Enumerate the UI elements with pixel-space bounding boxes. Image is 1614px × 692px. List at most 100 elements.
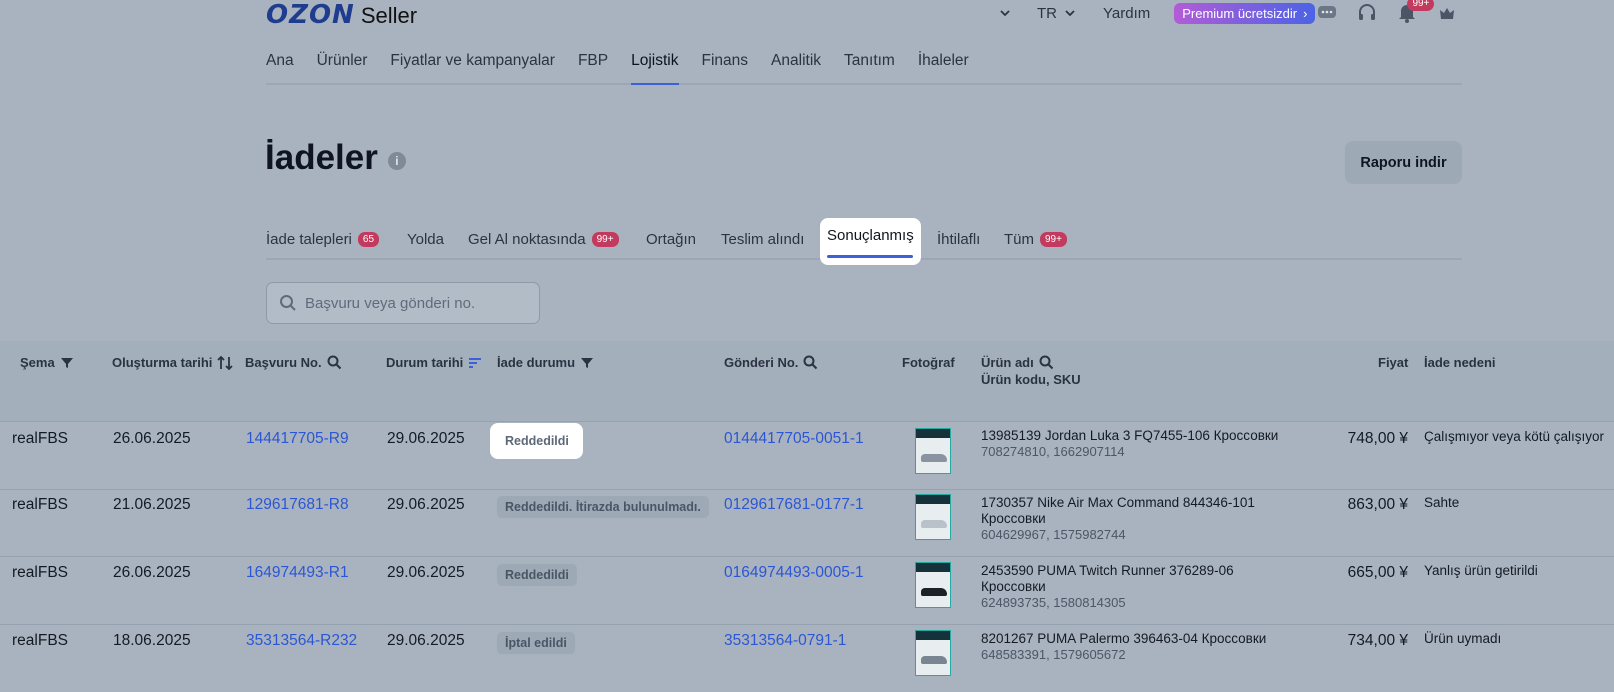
status-badge: Reddedildi. İtirazda bulunulmadı. [497, 496, 709, 518]
cell-status-date: 29.06.2025 [387, 564, 465, 581]
status-badge: Reddedildi [497, 430, 577, 452]
tab-label: Teslim alındı [721, 230, 805, 248]
tab-ihtilafli[interactable]: İhtilaflı [937, 228, 980, 250]
th-label: Fotoğraf [902, 355, 955, 370]
product-thumbnail[interactable] [915, 428, 951, 474]
product-info: 13985139 Jordan Luka 3 FQ7455-106 Кроссо… [981, 428, 1311, 460]
product-sku: 648583391, 1579605672 [981, 647, 1126, 662]
filter-icon [581, 357, 594, 368]
product-info: 1730357 Nike Air Max Command 844346-101 … [981, 495, 1301, 543]
th-reason: İade nedeni [1424, 355, 1496, 370]
info-icon[interactable]: i [387, 152, 406, 170]
tab-ortagin[interactable]: Ortağın [646, 228, 696, 250]
tab-tum[interactable]: Tüm 99+ [1004, 228, 1067, 250]
nav-item-ana[interactable]: Ana [266, 50, 294, 83]
cell-created: 26.06.2025 [113, 564, 191, 581]
table-row[interactable]: realFBS 21.06.2025 129617681-R8 29.06.20… [0, 489, 1614, 557]
th-label: İade durumu [497, 355, 576, 370]
table-header: Şema Oluşturma tarihi Başvuru No. Durum … [0, 341, 1614, 422]
cell-app-no-link[interactable]: 129617681-R8 [246, 496, 349, 514]
th-status-date[interactable]: Durum tarihi [386, 355, 482, 370]
page-title: İadeler i [265, 138, 406, 178]
help-link[interactable]: Yardım [1103, 5, 1150, 22]
cell-scheme: realFBS [12, 496, 68, 513]
th-product[interactable]: Ürün adı Ürün kodu, SKU [981, 355, 1081, 387]
headset-icon[interactable] [1357, 3, 1377, 23]
th-created[interactable]: Oluşturma tarihi [112, 355, 234, 370]
cell-shipment-link[interactable]: 0164974493-0005-1 [724, 564, 864, 582]
nav-item-urunler[interactable]: Ürünler [317, 50, 368, 83]
premium-button[interactable]: Premium ücretsizdir › [1174, 2, 1316, 24]
product-thumbnail[interactable] [915, 494, 951, 540]
crown-icon[interactable] [1437, 3, 1457, 23]
tab-label: Gel Al noktasında [468, 230, 586, 248]
cell-reason: Sahte [1424, 495, 1460, 510]
cell-scheme: realFBS [12, 632, 68, 649]
language-selector[interactable]: TR [1037, 5, 1077, 22]
cell-price: 748,00 ¥ [1347, 430, 1408, 447]
nav-item-tanitim[interactable]: Tanıtım [844, 50, 895, 83]
cell-created: 26.06.2025 [113, 430, 191, 447]
nav-item-fiyatlar[interactable]: Fiyatlar ve kampanyalar [390, 50, 555, 83]
tab-label: Ortağın [646, 230, 697, 248]
chevron-down-icon[interactable] [995, 3, 1015, 23]
th-return-status[interactable]: İade durumu [497, 355, 594, 370]
sort-icon [217, 355, 234, 370]
ozon-seller-logo[interactable]: OZON Seller [266, 0, 418, 30]
tab-label: İade talepleri [266, 230, 352, 248]
nav-item-finans[interactable]: Finans [702, 50, 749, 83]
cell-status-date: 29.06.2025 [387, 632, 465, 649]
nav-item-ihaleler[interactable]: İhaleler [918, 50, 969, 83]
nav-item-lojistik[interactable]: Lojistik [631, 50, 679, 85]
cell-shipment-link[interactable]: 0144417705-0051-1 [724, 430, 864, 448]
tab-yolda[interactable]: Yolda [407, 228, 444, 250]
th-label: Durum tarihi [386, 355, 464, 370]
product-name: 1730357 Nike Air Max Command 844346-101 … [981, 495, 1255, 526]
product-thumbnail[interactable] [915, 562, 951, 608]
cell-scheme: realFBS [12, 564, 68, 581]
product-name: 13985139 Jordan Luka 3 FQ7455-106 Кроссо… [981, 428, 1279, 443]
sort-desc-icon [469, 357, 482, 368]
cell-app-no-link[interactable]: 35313564-R232 [246, 632, 357, 650]
product-sku: 604629967, 1575982744 [981, 527, 1126, 542]
tab-count-badge: 99+ [591, 231, 619, 247]
status-badge: İptal edildi [497, 632, 575, 654]
tab-label: İhtilaflı [937, 230, 981, 248]
tab-count-badge: 99+ [1040, 231, 1067, 247]
cell-price: 665,00 ¥ [1347, 564, 1408, 581]
tab-teslim-alindi[interactable]: Teslim alındı [721, 228, 804, 250]
chat-icon[interactable] [1317, 3, 1337, 23]
download-report-button[interactable]: Raporu indir [1345, 141, 1462, 184]
table-row[interactable]: realFBS 18.06.2025 35313564-R232 29.06.2… [0, 625, 1614, 692]
tab-label: Yolda [407, 230, 444, 248]
tab-gel-al[interactable]: Gel Al noktasında 99+ [468, 228, 619, 250]
table-row[interactable]: realFBS 26.06.2025 144417705-R9 29.06.20… [0, 422, 1614, 490]
th-app-no[interactable]: Başvuru No. [245, 355, 342, 370]
product-thumbnail[interactable] [915, 630, 951, 676]
language-label: TR [1037, 4, 1057, 22]
cell-created: 18.06.2025 [113, 632, 191, 649]
tab-count-badge: 65 [357, 231, 380, 247]
tab-iade-talepleri[interactable]: İade talepleri 65 [266, 228, 380, 250]
logo-product: Seller [360, 3, 418, 28]
nav-item-analitik[interactable]: Analitik [771, 50, 821, 83]
cell-scheme: realFBS [12, 430, 68, 447]
th-scheme[interactable]: Şema [20, 355, 74, 370]
cell-shipment-link[interactable]: 35313564-0791-1 [724, 632, 846, 650]
nav-item-fbp[interactable]: FBP [578, 50, 608, 83]
th-price: Fiyat [1378, 355, 1408, 370]
th-label: Fiyat [1378, 355, 1409, 370]
cell-app-no-link[interactable]: 144417705-R9 [246, 430, 349, 448]
th-label: Başvuru No. [245, 355, 322, 370]
product-sku: 708274810, 1662907114 [981, 444, 1125, 459]
bell-icon[interactable]: 99+ [1397, 0, 1435, 23]
cell-reason: Ürün uymadı [1424, 631, 1502, 646]
th-shipment-no[interactable]: Gönderi No. [724, 355, 818, 370]
search-input[interactable]: Başvuru veya gönderi no. [266, 282, 540, 324]
tab-label: Tüm [1004, 230, 1034, 248]
tab-sonuclanmis-label: Sonuçlanmış [827, 227, 914, 244]
cell-status-date: 29.06.2025 [387, 430, 465, 447]
table-row[interactable]: realFBS 26.06.2025 164974493-R1 29.06.20… [0, 557, 1614, 625]
cell-shipment-link[interactable]: 0129617681-0177-1 [724, 496, 864, 514]
cell-app-no-link[interactable]: 164974493-R1 [246, 564, 349, 582]
